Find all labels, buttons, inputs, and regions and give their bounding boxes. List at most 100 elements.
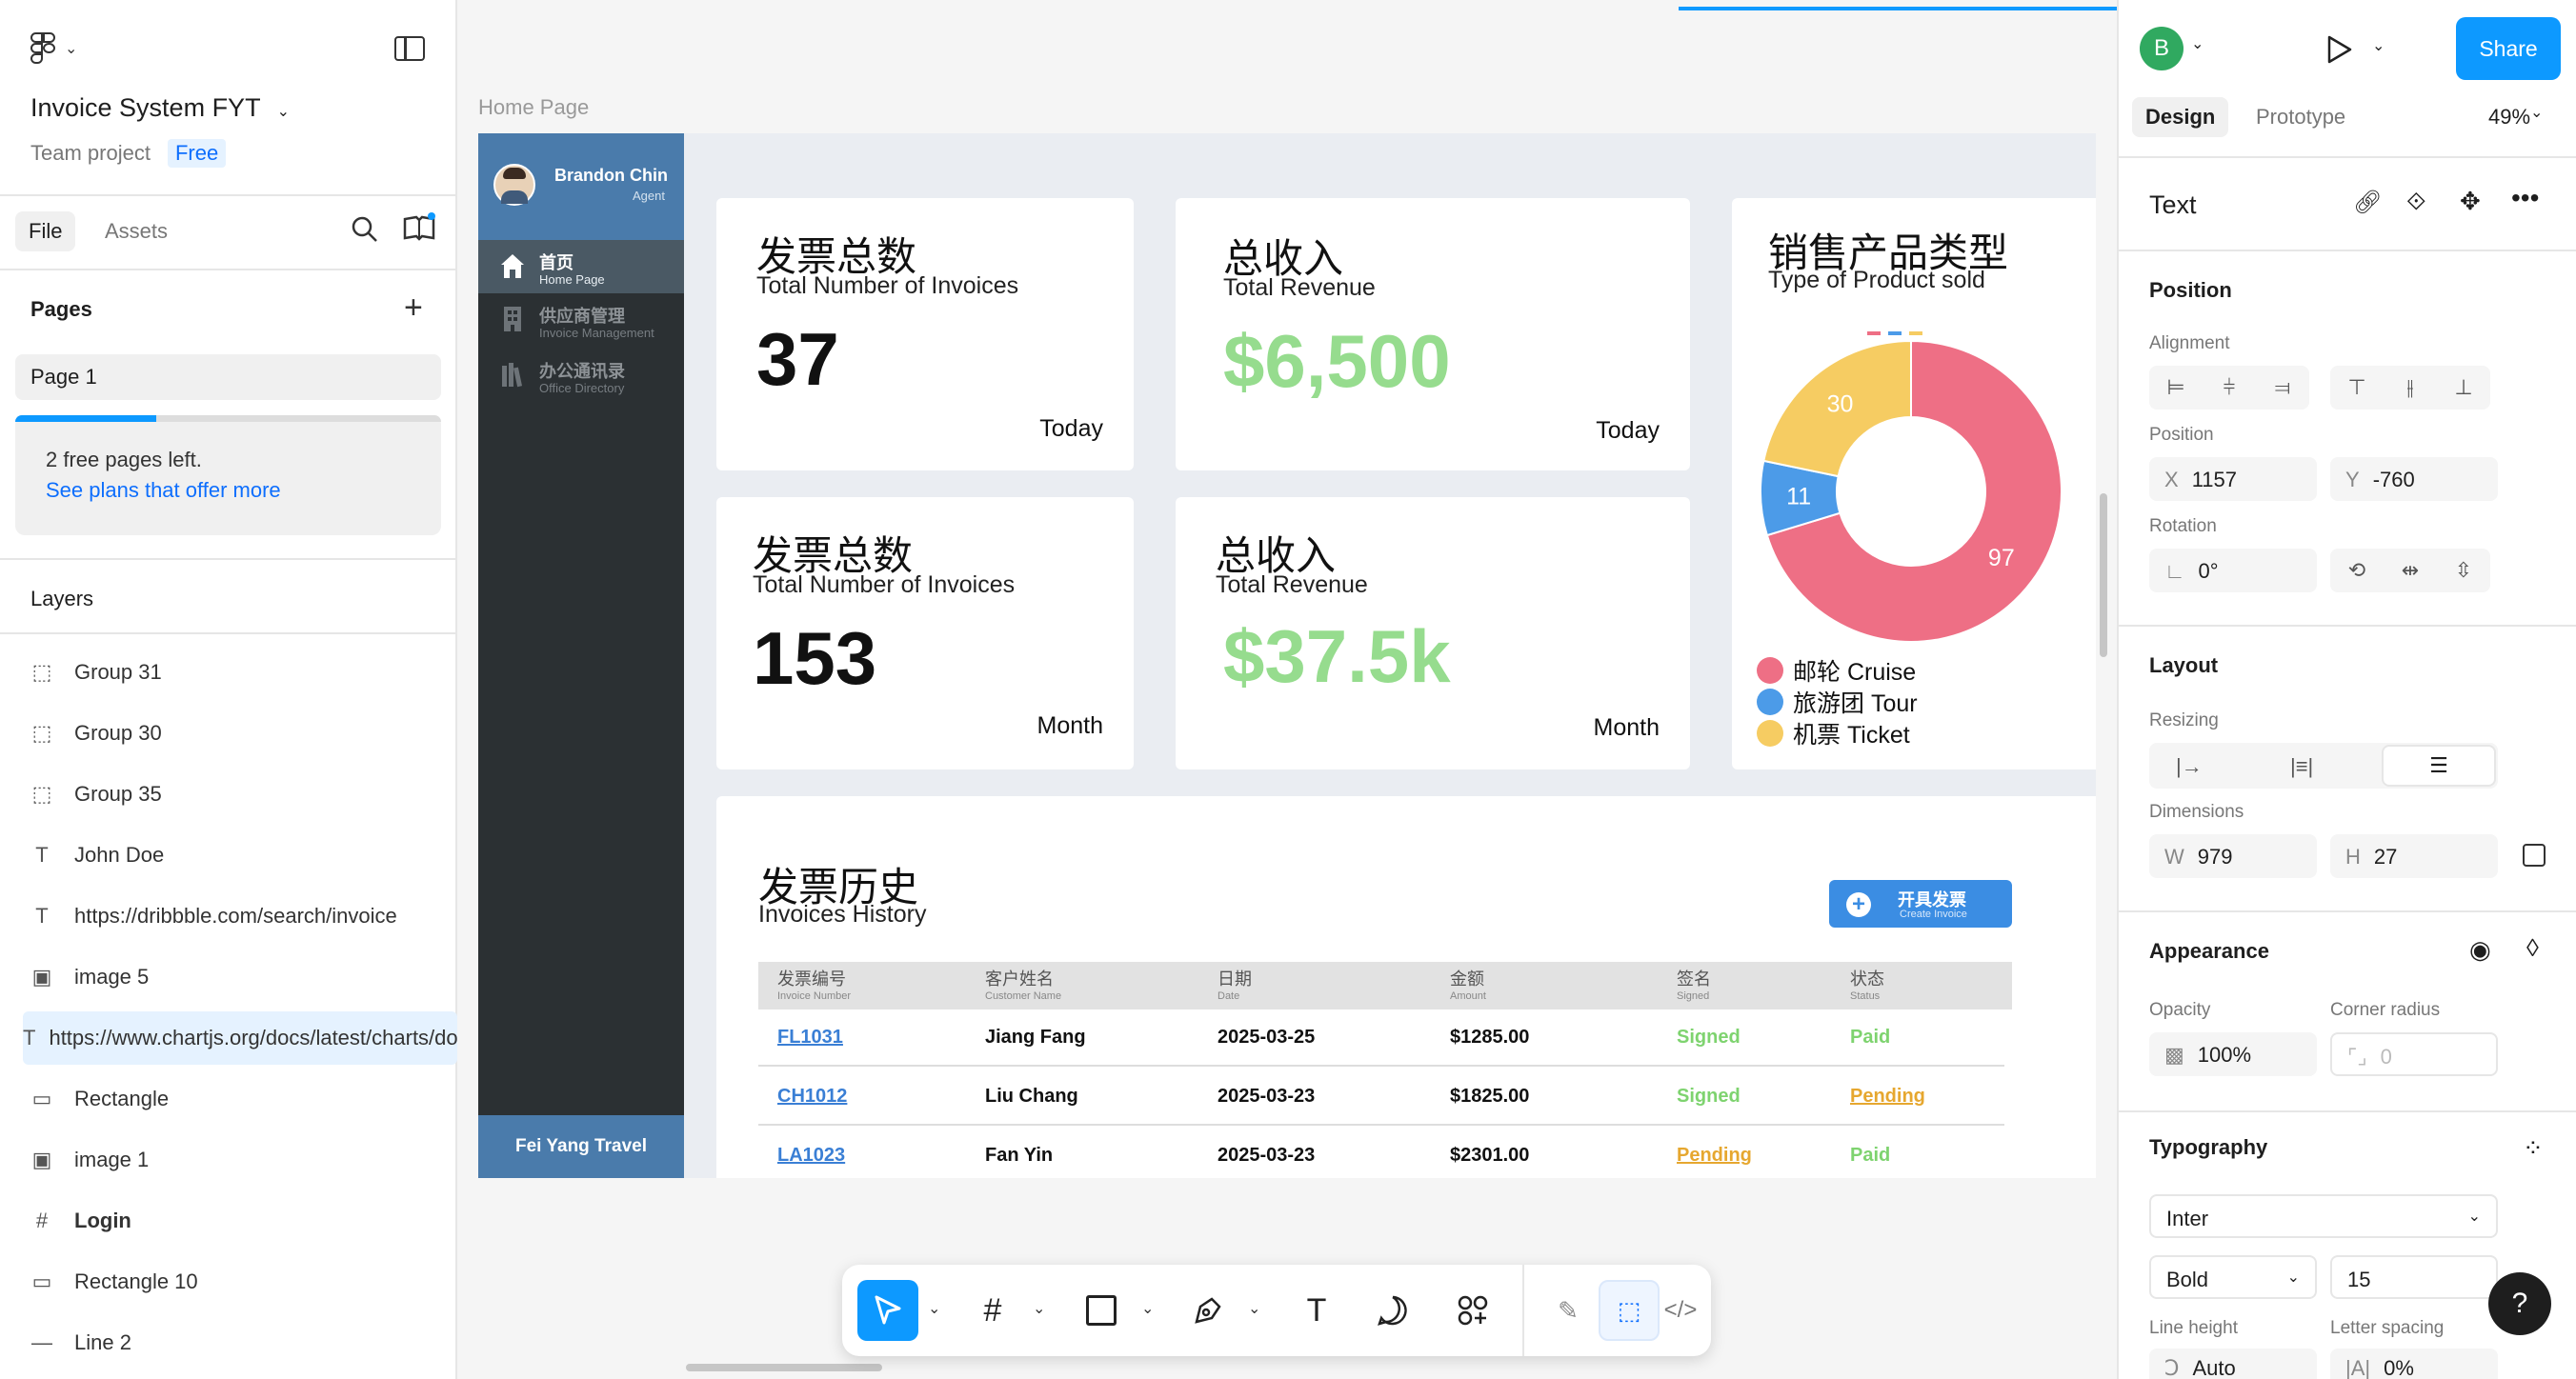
chevron-down-icon[interactable]: ⌄ (1033, 1299, 1045, 1318)
tab-file[interactable]: File (15, 211, 76, 251)
y-position-field[interactable]: Y -760 (2330, 457, 2498, 501)
donut-data-label: 11 (1786, 483, 1811, 510)
typography-settings-icon[interactable]: ⁘ (2523, 1133, 2544, 1163)
column-header: 日期 Date (1218, 962, 1252, 1008)
share-button[interactable]: Share (2456, 17, 2561, 80)
text-tool-button[interactable]: T (1286, 1280, 1347, 1341)
align-left-icon[interactable]: ⊨ (2149, 366, 2203, 410)
page-item-page-1[interactable]: Page 1 (15, 354, 441, 400)
table-cell-id[interactable]: CH1012 (777, 1086, 847, 1108)
component-icon[interactable]: ⟐ (2406, 187, 2426, 217)
letter-spacing-field[interactable]: |A| 0% (2330, 1349, 2498, 1379)
align-right-icon[interactable]: ⫤ (2256, 366, 2309, 410)
font-size-field[interactable]: 15 (2330, 1255, 2498, 1299)
chevron-down-icon[interactable]: ⌄ (928, 1299, 940, 1318)
sidebar-item-sublabel: Home Page (539, 272, 605, 287)
add-page-icon[interactable]: + (404, 290, 423, 327)
chevron-down-icon[interactable]: ⌄ (1141, 1299, 1154, 1318)
opacity-field[interactable]: ▩ 100% (2149, 1032, 2317, 1076)
sidebar-item-office-directory[interactable]: 办公通讯录 Office Directory (478, 349, 684, 402)
horizontal-scrollbar[interactable] (686, 1364, 882, 1371)
table-cell-id[interactable]: FL1031 (777, 1027, 843, 1049)
user-avatar[interactable]: B (2140, 27, 2184, 70)
align-center-horizontal-icon[interactable]: ⫩ (2203, 366, 2256, 410)
comment-tool-button[interactable] (1362, 1280, 1423, 1341)
layer-item[interactable]: # Login (23, 1194, 457, 1248)
line-height-field[interactable]: Ↄ Auto (2149, 1349, 2317, 1379)
layer-item[interactable]: ▣ image 5 (23, 950, 457, 1004)
layer-item[interactable]: ⬚ Group 35 (23, 768, 457, 821)
column-header: 发票编号 Invoice Number (777, 962, 851, 1008)
align-bottom-icon[interactable]: ⊥ (2437, 366, 2490, 410)
link-icon[interactable]: 🔗︎ (2353, 189, 2382, 216)
flip-vertical-icon[interactable]: ⇳ (2437, 549, 2490, 592)
layer-item[interactable]: ▣ image 1 (23, 1133, 457, 1187)
table-row[interactable]: FL1031 Jiang Fang 2025-03-25 $1285.00 Signed… (758, 1009, 2004, 1067)
chevron-down-icon[interactable]: ⌄ (2530, 103, 2543, 122)
more-options-icon[interactable]: ••• (2511, 183, 2539, 213)
dev-mode-button[interactable]: </> (1654, 1280, 1707, 1341)
sidebar-item-home[interactable]: 首页 Home Page (478, 240, 684, 293)
font-weight-select[interactable]: Bold ⌄ (2149, 1255, 2317, 1299)
see-plans-link[interactable]: See plans that offer more (46, 478, 281, 503)
corner-radius-field[interactable]: ⌜⌟ 0 (2330, 1032, 2498, 1076)
auto-height-icon[interactable]: ☰ (2382, 745, 2496, 787)
layer-item[interactable]: ▭ Rectangle (23, 1072, 457, 1126)
sidebar-item-invoice-management[interactable]: 供应商管理 Invoice Management (478, 293, 684, 347)
chevron-down-icon[interactable]: ⌄ (1248, 1299, 1260, 1318)
main-menu-button[interactable]: ⌄ (30, 32, 77, 65)
x-position-field[interactable]: X 1157 (2149, 457, 2317, 501)
layer-item[interactable]: Thttps://www.chartjs.org/docs/latest/cha… (23, 1011, 457, 1065)
actions-tool-button[interactable] (1442, 1280, 1503, 1341)
plan-badge[interactable]: Free (167, 139, 227, 168)
height-field[interactable]: H 27 (2330, 834, 2498, 878)
home-page-frame[interactable]: Brandon Chin Agent 首页 Home Page 供应商管理 In… (478, 133, 2096, 1178)
fixed-width-icon[interactable]: |→ (2176, 754, 2203, 779)
rotate-icon[interactable]: ⟲ (2330, 549, 2384, 592)
shape-tool-button[interactable] (1071, 1280, 1132, 1341)
layer-item[interactable]: ▭ Rectangle 10 (23, 1255, 457, 1309)
layer-item[interactable]: — Line 2 (23, 1316, 457, 1369)
table-row[interactable]: CH1012 Liu Chang 2025-03-23 $1825.00 Signed P… (758, 1069, 2004, 1126)
sidebar-toggle-icon[interactable] (394, 36, 425, 61)
chart-mini-legend (1867, 331, 1922, 335)
hug-width-icon[interactable]: |≡| (2290, 754, 2313, 779)
align-center-vertical-icon[interactable]: ⫲ (2384, 366, 2437, 410)
table-cell-id[interactable]: LA1023 (777, 1145, 845, 1167)
typography-heading: Typography (2149, 1135, 2268, 1159)
layer-item[interactable]: ⬚ Group 31 (23, 646, 457, 699)
layer-item[interactable]: T John Doe (23, 829, 457, 882)
move-tool-button[interactable] (857, 1280, 918, 1341)
blend-mode-icon[interactable]: ◊ (2526, 933, 2539, 963)
table-row[interactable]: LA1023 Fan Yin 2025-03-23 $2301.00 Pending Pa… (758, 1128, 2004, 1178)
design-canvas[interactable]: Home Page Brandon Chin Agent 首页 Home Pag… (457, 0, 2117, 1379)
constrain-proportions-icon[interactable] (2523, 844, 2546, 867)
font-family-select[interactable]: Inter ⌄ (2149, 1194, 2498, 1238)
library-icon[interactable] (402, 211, 436, 244)
chevron-down-icon[interactable]: ⌄ (2372, 36, 2385, 55)
create-component-icon[interactable]: ✥ (2460, 187, 2481, 216)
width-field[interactable]: W 979 (2149, 834, 2317, 878)
tab-design[interactable]: Design (2132, 97, 2229, 137)
flip-horizontal-icon[interactable]: ⇹ (2384, 549, 2437, 592)
tab-prototype[interactable]: Prototype (2256, 105, 2345, 130)
align-top-icon[interactable]: ⊤ (2330, 366, 2384, 410)
visibility-eye-icon[interactable]: ◉ (2469, 935, 2491, 965)
rotation-field[interactable]: ∟ 0° (2149, 549, 2317, 592)
frame-tool-button[interactable]: # (962, 1280, 1023, 1341)
create-invoice-button[interactable]: + 开具发票 Create Invoice (1829, 880, 2012, 928)
vertical-scrollbar[interactable] (2100, 493, 2107, 657)
zoom-level[interactable]: 49% (2488, 105, 2530, 130)
chevron-down-icon[interactable]: ⌄ (2191, 34, 2204, 53)
project-title[interactable]: Invoice System FYT ⌄ (30, 93, 290, 123)
layer-item[interactable]: ⬚ Group 30 (23, 707, 457, 760)
help-button[interactable]: ? (2488, 1272, 2551, 1335)
tab-assets[interactable]: Assets (91, 211, 181, 251)
layer-item[interactable]: Thttps://dribbble.com/search/invoice (23, 889, 457, 943)
design-mode-button[interactable]: ⬚ (1599, 1280, 1660, 1341)
search-icon[interactable] (351, 215, 379, 244)
frame-label[interactable]: Home Page (478, 95, 589, 120)
draw-mode-button[interactable]: ✎ (1538, 1280, 1599, 1341)
present-icon[interactable] (2324, 34, 2353, 65)
pen-tool-button[interactable] (1177, 1280, 1238, 1341)
